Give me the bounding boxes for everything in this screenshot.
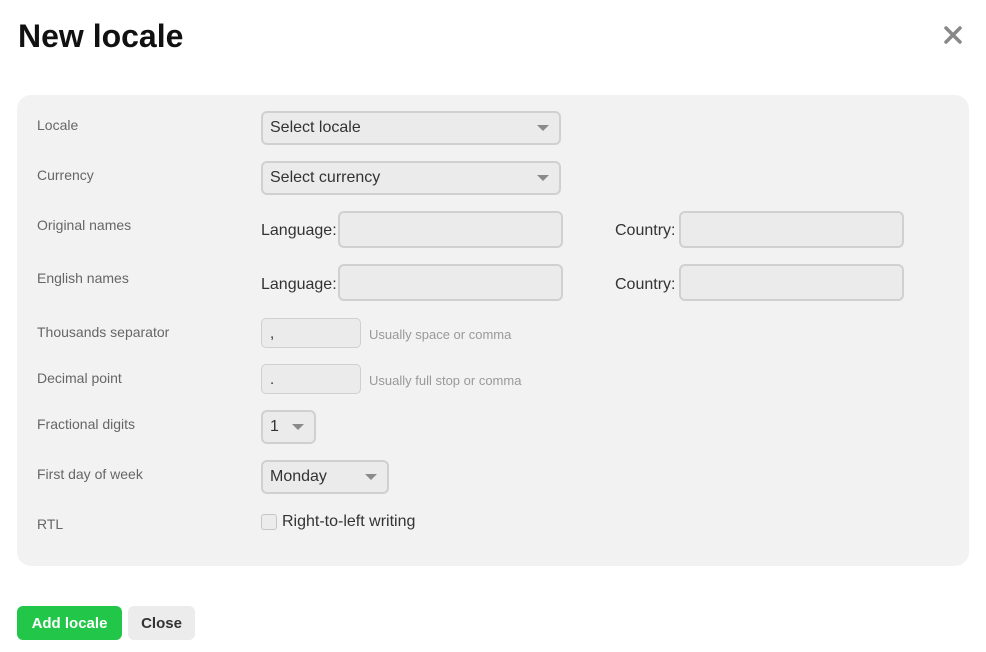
original-names-label: Original names: [37, 217, 132, 233]
chevron-down-icon: [537, 125, 549, 131]
decimal-point-input[interactable]: [261, 364, 361, 394]
first-day-of-week-label: First day of week: [37, 466, 143, 482]
decimal-point-label: Decimal point: [37, 370, 122, 386]
original-language-label: Language:: [261, 222, 337, 239]
currency-label: Currency: [37, 167, 94, 183]
locale-select-value: Select locale: [270, 119, 361, 136]
fractional-digits-value: 1: [270, 418, 279, 435]
new-locale-dialog: New locale Locale Select locale Currency…: [0, 0, 986, 652]
english-country-label: Country:: [615, 276, 676, 293]
locale-label: Locale: [37, 117, 79, 133]
fractional-digits-label: Fractional digits: [37, 416, 136, 432]
thousands-separator-input[interactable]: [261, 318, 361, 348]
rtl-checkbox-label[interactable]: Right-to-left writing: [282, 513, 415, 531]
english-country-input[interactable]: [679, 264, 904, 301]
first-day-of-week-select[interactable]: Monday: [261, 460, 389, 494]
chevron-down-icon: [365, 474, 377, 480]
currency-select-value: Select currency: [270, 169, 381, 186]
locale-select[interactable]: Select locale: [261, 111, 561, 145]
original-country-label: Country:: [615, 222, 676, 239]
thousands-separator-label: Thousands separator: [37, 324, 170, 340]
english-names-label: English names: [37, 270, 129, 286]
close-button[interactable]: Close: [128, 606, 195, 640]
first-day-of-week-value: Monday: [270, 468, 327, 485]
close-icon[interactable]: [940, 22, 966, 48]
original-country-input[interactable]: [679, 211, 904, 248]
add-locale-button[interactable]: Add locale: [17, 606, 122, 640]
original-language-input[interactable]: [338, 211, 563, 248]
chevron-down-icon: [537, 175, 549, 181]
dialog-title: New locale: [18, 18, 184, 54]
locale-form-panel: Locale Select locale Currency Select cur…: [17, 95, 969, 566]
rtl-label: RTL: [37, 516, 64, 532]
fractional-digits-select[interactable]: 1: [261, 410, 316, 444]
english-language-input[interactable]: [338, 264, 563, 301]
decimal-point-hint: Usually full stop or comma: [369, 373, 522, 388]
thousands-separator-hint: Usually space or comma: [369, 327, 512, 342]
currency-select[interactable]: Select currency: [261, 161, 561, 195]
rtl-checkbox[interactable]: [261, 514, 277, 530]
chevron-down-icon: [292, 424, 304, 430]
english-language-label: Language:: [261, 276, 337, 293]
